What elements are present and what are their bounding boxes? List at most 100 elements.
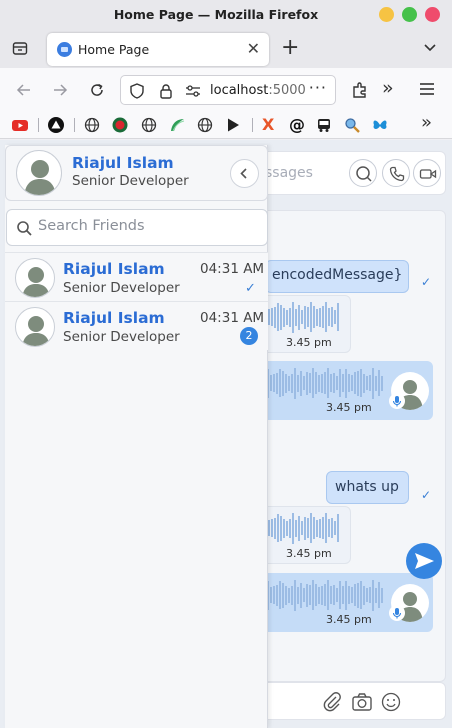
window-title: Home Page — Mozilla Firefox (113, 7, 319, 22)
friends-sidebar: Riajul Islam Senior Developer Riajul Isl… (5, 145, 268, 728)
butterfly-bookmark-icon[interactable] (372, 117, 388, 133)
friend-list-item[interactable]: Riajul Islam Senior Developer 04:31 AM 2 (5, 301, 268, 350)
waveform-bar (268, 520, 270, 536)
bus-bookmark-icon[interactable] (316, 117, 332, 133)
audio-message[interactable]: 3.45 pm (257, 295, 351, 353)
waveform-bar (327, 580, 329, 610)
lock-icon[interactable] (159, 83, 173, 99)
waveform-bar (285, 585, 287, 605)
waveform-bar (363, 585, 365, 605)
profile-role: Senior Developer (72, 173, 189, 189)
x-bookmark-icon[interactable]: X (262, 115, 278, 134)
send-button[interactable] (406, 543, 442, 579)
waveform-bar (328, 308, 330, 326)
globe-bookmark-icon[interactable] (197, 117, 213, 133)
leaf-bookmark-icon[interactable] (169, 117, 185, 133)
url-bar[interactable]: localhost:5000 ··· (120, 75, 336, 105)
waveform-bar (268, 309, 270, 325)
waveform-bar (289, 518, 291, 538)
at-bookmark-icon[interactable]: @ (289, 115, 305, 134)
message-time: 3.45 pm (286, 547, 332, 560)
overflow-menu-icon[interactable]: » (382, 77, 394, 99)
waveform-bar (301, 310, 303, 324)
page-actions-icon[interactable]: ··· (309, 78, 327, 97)
list-all-tabs-icon[interactable] (423, 40, 437, 54)
message-composer[interactable] (250, 682, 446, 720)
friend-last-time: 04:31 AM (200, 261, 265, 277)
mic-badge (389, 393, 405, 409)
profile-avatar[interactable] (16, 150, 62, 196)
tab-label: Home Page (78, 42, 150, 57)
search-icon (356, 166, 372, 182)
youtube-bookmark-icon[interactable] (12, 117, 28, 133)
extensions-icon[interactable] (351, 81, 369, 99)
tab-home-page[interactable]: Home Page ✕ (47, 33, 269, 66)
close-window-button[interactable] (425, 7, 440, 22)
globe-bookmark-icon[interactable] (141, 117, 157, 133)
search-messages-button[interactable] (349, 159, 377, 187)
bookmarks-toolbar: X @ » (0, 112, 452, 139)
waveform-bar (381, 587, 383, 603)
attachment-icon[interactable] (321, 691, 343, 713)
minimize-button[interactable] (379, 7, 394, 22)
voice-message[interactable]: 3.45 pm (257, 573, 433, 632)
audio-message[interactable]: 3.45 pm (257, 506, 351, 564)
waveform-bar (280, 515, 282, 541)
waveform-bar (288, 375, 290, 391)
user-placeholder-icon (22, 316, 50, 346)
forward-icon[interactable] (52, 82, 68, 98)
waveform-bar (304, 305, 306, 329)
user-placeholder-icon (22, 267, 50, 297)
voice-call-button[interactable] (382, 159, 410, 187)
waveform-bar (294, 579, 296, 611)
waveform-bar (292, 512, 294, 544)
emoji-icon[interactable] (380, 691, 402, 713)
waveform-bar (292, 301, 294, 333)
waveform-bar (307, 307, 309, 327)
send-icon (415, 553, 434, 569)
waveform-bar (277, 514, 279, 542)
waveform-bar (313, 517, 315, 539)
audio-waveform[interactable] (262, 511, 339, 545)
message-bubble[interactable]: whats up (326, 471, 409, 504)
audio-waveform[interactable] (264, 366, 383, 400)
magnifier-bookmark-icon[interactable] (344, 117, 360, 133)
audio-waveform[interactable] (264, 578, 383, 612)
search-icon (17, 221, 32, 236)
permissions-icon[interactable] (185, 84, 201, 98)
message-list: encodedMessage} ✓ 3.45 pm 3.45 pm whats … (250, 210, 446, 682)
url-text[interactable]: localhost:5000 (210, 83, 306, 98)
play-bookmark-icon[interactable] (225, 117, 241, 133)
back-icon[interactable] (16, 82, 32, 98)
waveform-bar (315, 584, 317, 606)
friend-list-item[interactable]: Riajul Islam Senior Developer 04:31 AM ✓ (5, 252, 268, 301)
hamburger-menu-icon[interactable] (419, 82, 435, 96)
waveform-bar (306, 583, 308, 607)
waveform-bar (301, 521, 303, 535)
waveform-bar (337, 303, 339, 331)
voice-message[interactable]: 3.45 pm (257, 361, 433, 420)
waveform-bar (333, 585, 335, 605)
chevron-left-icon (240, 168, 247, 179)
video-call-button[interactable] (413, 159, 441, 187)
globe-bookmark-icon[interactable] (84, 117, 100, 133)
bookmarks-overflow-icon[interactable]: » (421, 112, 437, 133)
firefox-view-icon[interactable] (12, 40, 28, 56)
new-tab-icon[interactable]: + (281, 35, 299, 60)
maximize-button[interactable] (402, 7, 417, 22)
shield-icon[interactable] (130, 83, 144, 99)
search-friends-field[interactable] (6, 209, 268, 246)
search-friends-input[interactable] (38, 218, 258, 234)
message-search-input[interactable]: ssages (265, 165, 313, 181)
waveform-bar (270, 587, 272, 603)
red-dot-bookmark-icon[interactable] (112, 117, 128, 133)
collapse-sidebar-button[interactable] (230, 159, 259, 188)
camera-icon[interactable] (351, 691, 373, 713)
audio-waveform[interactable] (262, 300, 339, 334)
message-bubble[interactable]: encodedMessage} (265, 260, 409, 293)
profile-name: Riajul Islam (72, 154, 174, 172)
close-tab-icon[interactable]: ✕ (247, 39, 260, 58)
waveform-bar (348, 586, 350, 604)
reload-icon[interactable] (89, 82, 105, 98)
triangle-bookmark-icon[interactable] (48, 117, 64, 133)
